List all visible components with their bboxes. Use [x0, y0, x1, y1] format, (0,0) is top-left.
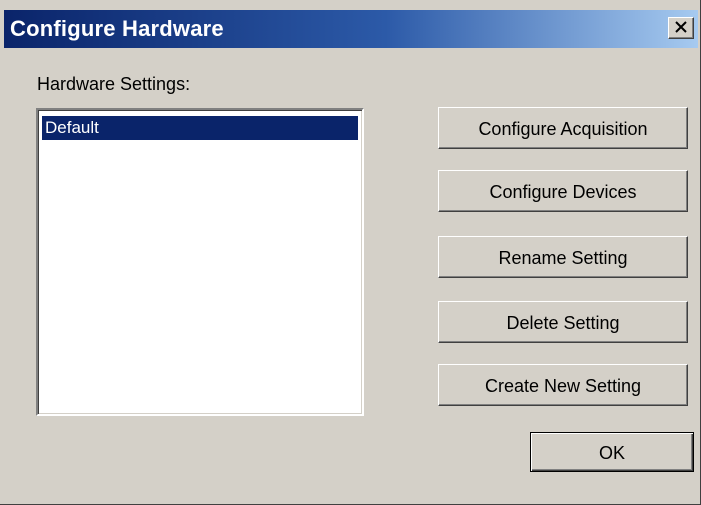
- ok-button[interactable]: OK: [530, 432, 694, 472]
- hardware-settings-label: Hardware Settings:: [37, 74, 191, 94]
- configure-acquisition-button[interactable]: Configure Acquisition: [438, 107, 688, 149]
- close-x-icon: [675, 21, 687, 33]
- configure-hardware-dialog: Configure Hardware Hardware Settings: De…: [0, 0, 701, 505]
- list-item-default[interactable]: Default: [42, 116, 358, 140]
- rename-setting-button[interactable]: Rename Setting: [438, 236, 688, 278]
- hardware-settings-list[interactable]: Default: [36, 108, 364, 416]
- configure-devices-button[interactable]: Configure Devices: [438, 170, 688, 212]
- title-bar[interactable]: Configure Hardware: [4, 10, 698, 48]
- delete-setting-button[interactable]: Delete Setting: [438, 301, 688, 343]
- close-button[interactable]: [668, 17, 694, 39]
- create-new-setting-button[interactable]: Create New Setting: [438, 364, 688, 406]
- window-title: Configure Hardware: [10, 16, 224, 41]
